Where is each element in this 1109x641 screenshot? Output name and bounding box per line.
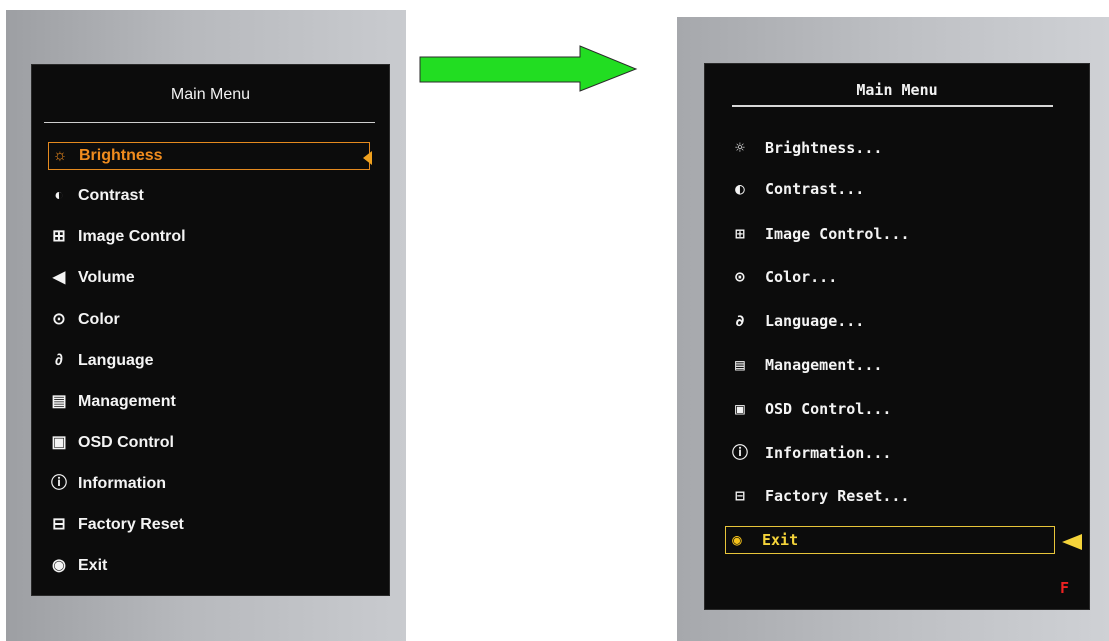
menu-item-factory-reset[interactable]: ⊟ Factory Reset	[48, 511, 370, 539]
menu-item-label: Exit	[78, 557, 108, 574]
selection-pointer-icon	[363, 151, 372, 165]
menu-item-label: Factory Reset	[78, 516, 184, 533]
menu-item-contrast[interactable]: ◐ Contrast	[48, 182, 370, 210]
menu-item-label: Color...	[765, 268, 838, 286]
menu-item-label: Factory Reset...	[765, 487, 910, 505]
right-arrow-icon	[419, 45, 638, 92]
management-icon: ▤	[51, 393, 67, 410]
menu-item-color[interactable]: ⊙ Color...	[729, 263, 1057, 291]
factory-reset-icon: ⊟	[735, 486, 745, 505]
osd-menu-before: Main Menu ☼ Brightness ◐ Contrast ⊞ Imag…	[31, 64, 390, 596]
menu-item-image-control[interactable]: ⊞ Image Control	[48, 223, 370, 251]
menu-item-label: Exit	[762, 531, 799, 549]
osd-control-icon: ▣	[51, 434, 67, 451]
menu-item-label: Language	[78, 352, 154, 369]
title-divider	[44, 122, 375, 123]
menu-item-brightness[interactable]: ☼ Brightness	[48, 142, 370, 170]
language-icon: ∂	[735, 311, 745, 330]
image-control-icon: ⊞	[52, 228, 66, 245]
speaker-icon: ◀	[52, 269, 66, 286]
exit-icon: ◉	[52, 557, 66, 574]
factory-reset-icon: ⊟	[52, 516, 66, 533]
menu-item-management[interactable]: ▤ Management...	[729, 351, 1057, 379]
menu-item-color[interactable]: ⊙ Color	[48, 306, 370, 334]
image-control-icon: ⊞	[735, 224, 745, 243]
menu-item-label: Information	[78, 475, 166, 492]
menu-item-label: Management	[78, 393, 176, 410]
menu-item-label: Image Control...	[765, 225, 910, 243]
menu-item-label: Image Control	[78, 228, 186, 245]
menu-item-label: Brightness	[79, 147, 163, 164]
menu-item-label: Brightness...	[765, 139, 883, 157]
menu-item-factory-reset[interactable]: ⊟ Factory Reset...	[729, 482, 1057, 510]
menu-item-label: Volume	[78, 269, 135, 286]
menu-title: Main Menu	[170, 86, 251, 103]
menu-item-volume[interactable]: ◀ Volume	[48, 264, 370, 292]
menu-item-label: Contrast	[78, 187, 144, 204]
contrast-icon: ◐	[54, 187, 64, 204]
menu-item-contrast[interactable]: ◐ Contrast...	[729, 175, 1057, 203]
menu-item-osd-control[interactable]: ▣ OSD Control	[48, 429, 370, 457]
menu-item-label: Language...	[765, 312, 865, 330]
management-icon: ▤	[735, 355, 745, 374]
osd-menu-after: Main Menu ☼ Brightness... ◐ Contrast... …	[704, 63, 1090, 610]
title-divider	[732, 105, 1053, 107]
palette-icon: ⊙	[735, 267, 745, 286]
menu-item-label: Color	[78, 311, 120, 328]
menu-item-language[interactable]: ∂ Language...	[729, 307, 1057, 335]
contrast-icon: ◐	[735, 179, 745, 198]
menu-item-image-control[interactable]: ⊞ Image Control...	[729, 220, 1057, 248]
menu-item-management[interactable]: ▤ Management	[48, 388, 370, 416]
menu-item-label: Contrast...	[765, 180, 865, 198]
menu-item-label: Management...	[765, 356, 883, 374]
menu-item-label: Information...	[765, 444, 892, 462]
menu-item-information[interactable]: ⓘ Information	[48, 470, 370, 498]
menu-item-label: OSD Control	[78, 434, 174, 451]
menu-item-brightness[interactable]: ☼ Brightness...	[729, 134, 1057, 162]
information-icon: ⓘ	[731, 443, 748, 462]
language-icon: ∂	[55, 352, 63, 369]
menu-item-exit[interactable]: ◉ Exit	[48, 552, 370, 580]
menu-title: Main Menu	[856, 81, 938, 99]
sun-icon: ☼	[735, 138, 745, 157]
sun-icon: ☼	[52, 147, 68, 164]
information-icon: ⓘ	[50, 475, 67, 492]
selection-pointer-icon	[1062, 534, 1082, 550]
menu-item-information[interactable]: ⓘ Information...	[729, 439, 1057, 467]
menu-item-osd-control[interactable]: ▣ OSD Control...	[729, 395, 1057, 423]
menu-item-language[interactable]: ∂ Language	[48, 347, 370, 375]
exit-icon: ◉	[732, 530, 742, 549]
palette-icon: ⊙	[52, 311, 66, 328]
menu-item-exit[interactable]: ◉ Exit	[725, 526, 1055, 554]
menu-item-label: OSD Control...	[765, 400, 892, 418]
osd-control-icon: ▣	[735, 399, 745, 418]
corner-indicator: F	[1059, 579, 1069, 597]
